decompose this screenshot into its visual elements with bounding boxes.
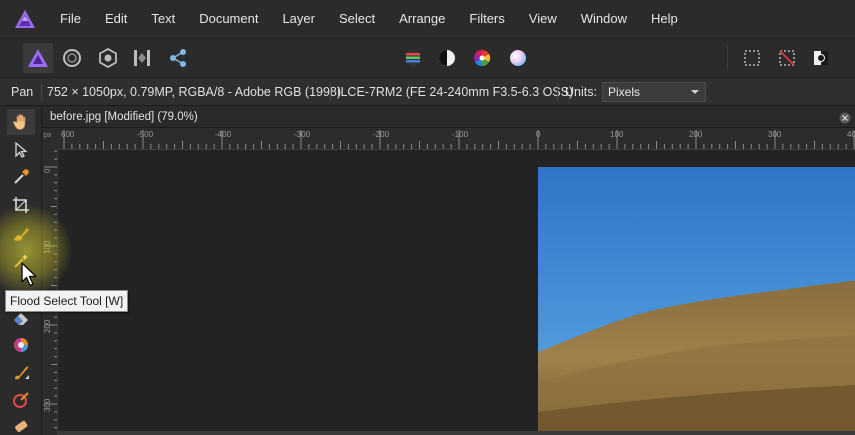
- ruler-h-label: -200: [373, 130, 390, 139]
- document-tab-title: before.jpg [Modified] (79.0%): [50, 111, 198, 123]
- menu-view[interactable]: View: [517, 0, 569, 38]
- horizontal-scrollbar[interactable]: [58, 431, 855, 435]
- export-persona-icon[interactable]: [163, 43, 193, 73]
- ruler-h-label: -500: [137, 130, 154, 139]
- ruler-h-label: 0: [536, 130, 541, 139]
- ruler-v-label: 100: [43, 240, 52, 254]
- document-tab[interactable]: before.jpg [Modified] (79.0%): [42, 106, 855, 128]
- menu-edit[interactable]: Edit: [93, 0, 139, 38]
- tool-tooltip: Flood Select Tool [W]: [5, 290, 129, 312]
- menu-arrange[interactable]: Arrange: [387, 0, 457, 38]
- invert-selection-icon[interactable]: [806, 43, 836, 73]
- units-dropdown[interactable]: Pixels: [602, 82, 706, 102]
- menu-help[interactable]: Help: [639, 0, 690, 38]
- healing-brush-icon[interactable]: [7, 413, 35, 435]
- ruler-v-label: 0: [43, 168, 52, 173]
- ruler-h-label: 100: [610, 130, 624, 139]
- menu-window[interactable]: Window: [569, 0, 639, 38]
- ruler-unit: px: [44, 132, 52, 139]
- ruler-v-label: 300: [43, 398, 52, 412]
- horizontal-ruler[interactable]: 600 -500 -400 -300 -200 -100 0 100 200 3…: [58, 128, 855, 150]
- current-tool-name: Pan: [11, 85, 34, 99]
- auto-contrast-icon[interactable]: [432, 43, 462, 73]
- menu-layer[interactable]: Layer: [270, 0, 327, 38]
- paint-brush-icon[interactable]: [7, 359, 35, 385]
- photo-persona-icon[interactable]: [23, 43, 53, 73]
- ruler-h-label: 400: [847, 130, 855, 139]
- ruler-h-label: 200: [689, 130, 703, 139]
- deselect-icon[interactable]: [772, 43, 802, 73]
- mouse-pointer-icon: [20, 262, 38, 293]
- crop-tool-icon[interactable]: [7, 192, 35, 218]
- white-balance-icon[interactable]: [503, 43, 533, 73]
- menu-text[interactable]: Text: [139, 0, 187, 38]
- ruler-corner: px: [42, 128, 58, 150]
- chevron-down-icon: [691, 90, 699, 94]
- ruler-h-label: -100: [452, 130, 469, 139]
- selection-brush-icon[interactable]: [7, 220, 35, 246]
- menu-document[interactable]: Document: [187, 0, 270, 38]
- auto-colour-icon[interactable]: [467, 43, 497, 73]
- camera-info: ILCE-7RM2 (FE 24-240mm F3.5-6.3 OSS): [337, 85, 574, 99]
- tooltip-text: Flood Select Tool [W]: [10, 294, 124, 308]
- ruler-h-label: 600: [61, 130, 75, 139]
- menu-filters[interactable]: Filters: [457, 0, 516, 38]
- ruler-h-label: 300: [768, 130, 782, 139]
- menu-file[interactable]: File: [50, 0, 93, 38]
- tone-mapping-persona-icon[interactable]: [127, 43, 157, 73]
- colour-picker-icon[interactable]: [7, 164, 35, 190]
- develop-persona-icon[interactable]: [93, 43, 123, 73]
- colour-wheel-icon[interactable]: [7, 332, 35, 358]
- photo-image[interactable]: [538, 167, 855, 435]
- liquify-persona-icon[interactable]: [57, 43, 87, 73]
- units-dropdown-value: Pixels: [608, 85, 641, 99]
- main-toolbar: [0, 38, 855, 77]
- ruler-h-label: -300: [294, 130, 311, 139]
- view-tool-hand-icon[interactable]: [7, 109, 35, 135]
- units-label: Units:: [565, 85, 597, 99]
- document-info: 752 × 1050px, 0.79MP, RGBA/8 - Adobe RGB…: [47, 85, 342, 99]
- ruler-h-label: -400: [215, 130, 232, 139]
- marquee-select-icon[interactable]: [737, 43, 767, 73]
- ruler-v-label: 200: [43, 319, 52, 333]
- move-tool-arrow-icon[interactable]: [7, 137, 35, 163]
- menu-select[interactable]: Select: [327, 0, 387, 38]
- clone-tool-icon[interactable]: [7, 387, 35, 413]
- context-toolbar: Pan 752 × 1050px, 0.79MP, RGBA/8 - Adobe…: [0, 77, 855, 106]
- close-icon[interactable]: [839, 111, 851, 124]
- document-canvas[interactable]: [58, 150, 855, 435]
- levels-icon[interactable]: [398, 43, 428, 73]
- menu-bar: File Edit Text Document Layer Select Arr…: [0, 0, 855, 38]
- affinity-photo-logo-icon[interactable]: [0, 0, 50, 38]
